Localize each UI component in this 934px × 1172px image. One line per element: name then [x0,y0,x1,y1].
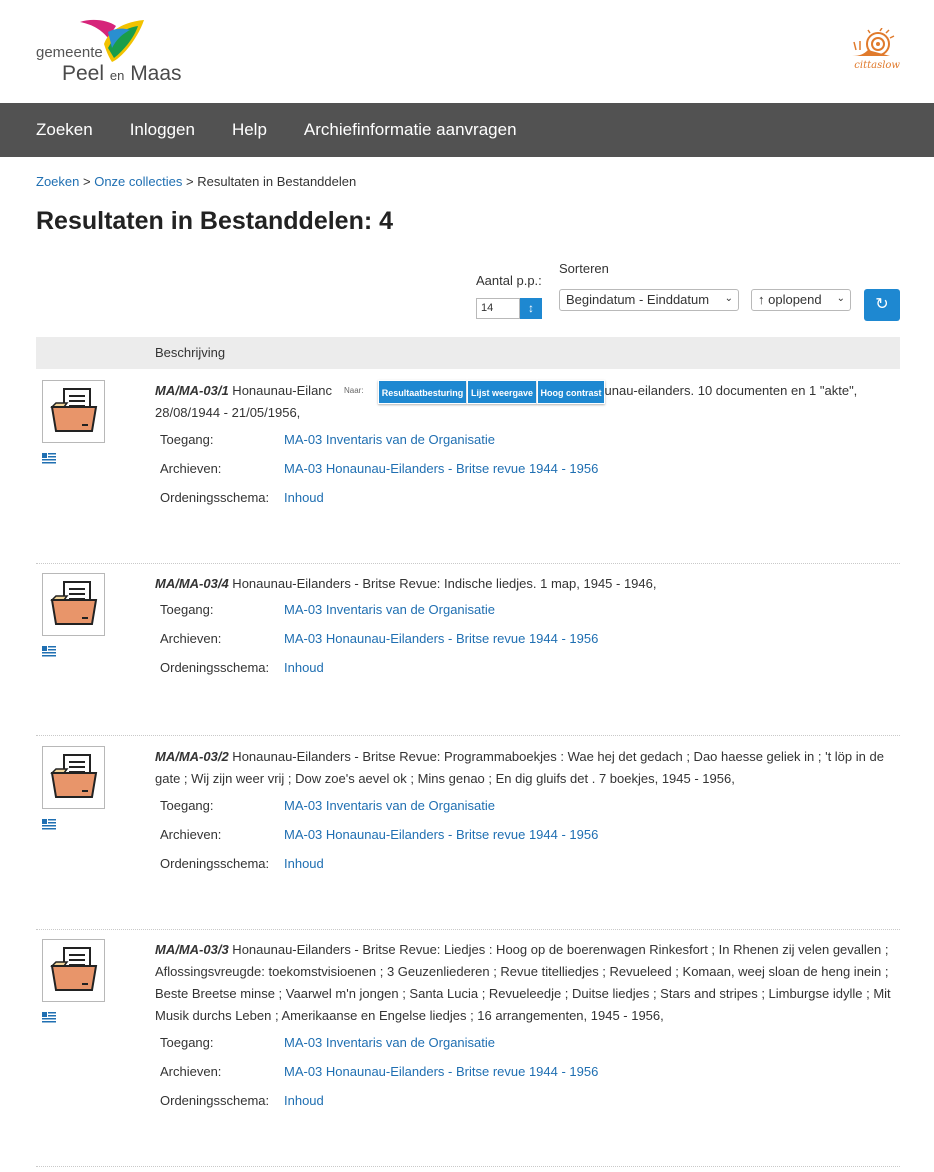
result-divider [36,563,900,564]
result-text: Honaunau-Eilanders - Britse Revue: Liedj… [155,942,891,1023]
chevron-down-icon: ⌄ [724,293,733,304]
result-date: 28/08/1944 - 21/05/1956, [155,405,301,420]
logo-name-peel: Peel [62,62,105,85]
folder-document-icon [50,388,98,432]
nav-zoeken[interactable]: Zoeken [36,120,93,140]
result-item: MA/MA-03/1 Honaunau-Eilanc naunau-eilande… [36,380,900,564]
result-item: MA/MA-03/3 Honaunau-Eilanders - Britse R… [36,939,900,1167]
archieven-link[interactable]: MA-03 Honaunau-Eilanders - Britse revue … [284,461,598,476]
chevron-down-icon: ⌄ [836,293,845,304]
folder-thumbnail[interactable] [42,573,105,636]
result-item: MA/MA-03/2 Honaunau-Eilanders - Britse R… [36,746,900,930]
result-item: MA/MA-03/4 Honaunau-Eilanders - Britse R… [36,573,900,736]
toegang-label: Toegang: [160,1035,214,1050]
folder-thumbnail[interactable] [42,939,105,1002]
cittaslow-logo[interactable]: cittaslow [850,27,900,74]
result-text-continued: naunau-eilanders. 10 documenten en 1 "ak… [590,383,858,398]
ordening-link[interactable]: Inhoud [284,490,324,505]
column-header-beschrijving: Beschrijving [155,345,226,360]
folder-document-icon [50,581,98,625]
nav-inloggen[interactable]: Inloggen [130,120,195,140]
up-down-arrow-icon: ↕ [528,301,534,315]
sort-label: Sorteren [559,261,609,276]
archieven-label: Archieven: [160,461,222,476]
breadcrumb-current: Resultaten in Bestanddelen [197,174,357,189]
toegang-label: Toegang: [160,602,214,617]
breadcrumb: Zoeken > Onze collecties > Resultaten in… [36,174,356,189]
hoog-contrast-button[interactable]: Hoog contrast [537,380,605,404]
toegang-label: Toegang: [160,798,214,813]
result-code: MA/MA-03/1 [155,383,229,398]
result-text: Honaunau-Eilanc [228,383,333,398]
toegang-label: Toegang: [160,432,214,447]
archieven-label: Archieven: [160,827,222,842]
result-text: Honaunau-Eilanders - Britse Revue: Progr… [155,749,884,786]
archieven-label: Archieven: [160,631,222,646]
list-view-icon[interactable] [42,646,56,658]
result-code: MA/MA-03/3 [155,942,229,957]
breadcrumb-separator: > [83,174,91,189]
folder-document-icon [50,754,98,798]
folder-thumbnail[interactable] [42,746,105,809]
skip-links-label: Naar: [344,386,364,395]
archieven-label: Archieven: [160,1064,222,1079]
result-divider [36,735,900,736]
refresh-button[interactable]: ↻ [864,289,900,321]
toegang-link[interactable]: MA-03 Inventaris van de Organisatie [284,798,495,813]
ordening-label: Ordeningsschema: [160,1093,270,1108]
list-view-icon[interactable] [42,819,56,831]
page-title: Resultaten in Bestanddelen: 4 [36,207,394,235]
snail-icon [852,27,895,56]
gemeente-logo[interactable]: gemeente Peel en Maas [36,18,186,88]
result-divider [36,1166,900,1167]
folder-document-icon [50,947,98,991]
per-page-input[interactable]: 14 [476,298,520,319]
skip-to-lijst-weergave-button[interactable]: Lijst weergave [467,380,537,404]
sort-order-select[interactable]: ↑ oplopend ⌄ [751,289,851,311]
ordening-label: Ordeningsschema: [160,490,270,505]
logo-name-text: Peel en Maas [62,62,182,86]
main-nav: Zoeken Inloggen Help Archiefinformatie a… [0,103,934,157]
breadcrumb-zoeken[interactable]: Zoeken [36,174,79,189]
result-controls: Aantal p.p.: 14 ↕ Sorteren Begindatum - … [0,260,934,330]
ordening-link[interactable]: Inhoud [284,1093,324,1108]
list-view-icon[interactable] [42,1012,56,1024]
nav-archiefinformatie-aanvragen[interactable]: Archiefinformatie aanvragen [304,120,517,140]
sort-order-value: ↑ oplopend [758,292,822,307]
result-text: Honaunau-Eilanders - Britse Revue: Indis… [228,576,657,591]
per-page-spinner-button[interactable]: ↕ [520,298,542,319]
toegang-link[interactable]: MA-03 Inventaris van de Organisatie [284,1035,495,1050]
result-description: MA/MA-03/4 Honaunau-Eilanders - Britse R… [155,573,900,595]
result-divider [36,929,900,930]
result-description: MA/MA-03/2 Honaunau-Eilanders - Britse R… [155,746,900,790]
archieven-link[interactable]: MA-03 Honaunau-Eilanders - Britse revue … [284,827,598,842]
archieven-link[interactable]: MA-03 Honaunau-Eilanders - Britse revue … [284,631,598,646]
sort-field-select[interactable]: Begindatum - Einddatum ⌄ [559,289,739,311]
refresh-icon: ↻ [875,296,889,313]
archieven-link[interactable]: MA-03 Honaunau-Eilanders - Britse revue … [284,1064,598,1079]
result-description: MA/MA-03/3 Honaunau-Eilanders - Britse R… [155,939,900,1027]
result-code: MA/MA-03/4 [155,576,229,591]
logo-name-en: en [109,68,125,83]
list-view-icon[interactable] [42,453,56,465]
ordening-label: Ordeningsschema: [160,660,270,675]
breadcrumb-onze-collecties[interactable]: Onze collecties [94,174,182,189]
folder-thumbnail[interactable] [42,380,105,443]
sort-field-value: Begindatum - Einddatum [566,292,710,307]
breadcrumb-separator: > [186,174,194,189]
ordening-link[interactable]: Inhoud [284,856,324,871]
logo-name-maas: Maas [130,62,182,85]
ordening-label: Ordeningsschema: [160,856,270,871]
toegang-link[interactable]: MA-03 Inventaris van de Organisatie [284,432,495,447]
cittaslow-text: cittaslow [854,60,900,71]
logo-gemeente-text: gemeente [36,44,103,61]
ordening-link[interactable]: Inhoud [284,660,324,675]
toegang-link[interactable]: MA-03 Inventaris van de Organisatie [284,602,495,617]
per-page-label: Aantal p.p.: [476,273,542,288]
site-header: gemeente Peel en Maas cittaslow [0,0,934,103]
nav-help[interactable]: Help [232,120,267,140]
results-table-header: Beschrijving [36,337,900,369]
result-code: MA/MA-03/2 [155,749,229,764]
skip-to-resultaatbesturing-button[interactable]: Resultaatbesturing [378,380,467,404]
